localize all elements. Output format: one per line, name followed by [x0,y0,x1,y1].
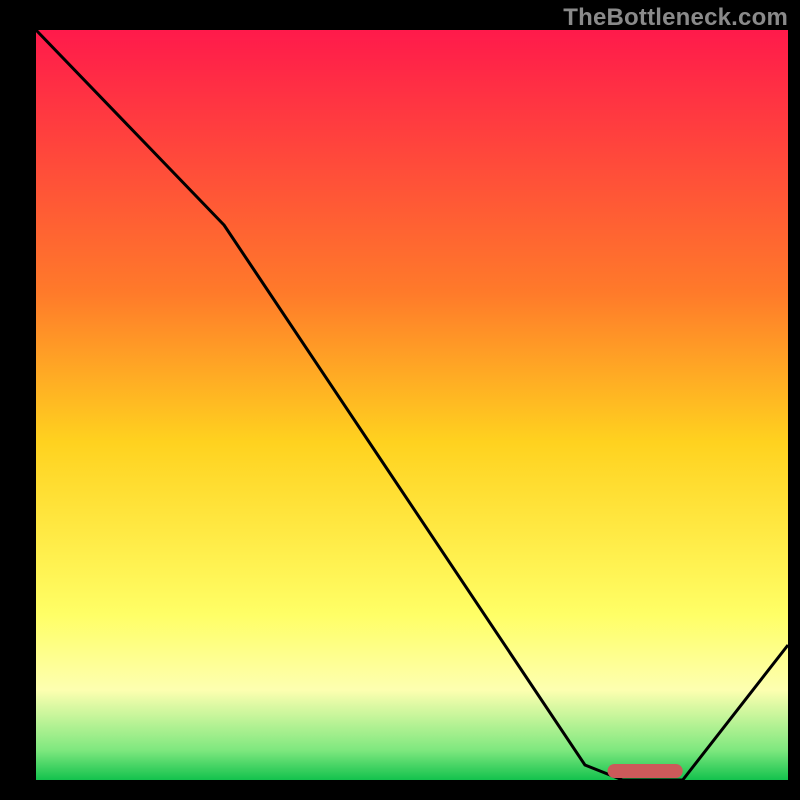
chart-root: TheBottleneck.com [0,0,800,800]
optimal-range-marker [608,764,683,778]
plot-background [36,30,788,780]
bottleneck-chart [0,0,800,800]
attribution-text: TheBottleneck.com [563,4,788,32]
